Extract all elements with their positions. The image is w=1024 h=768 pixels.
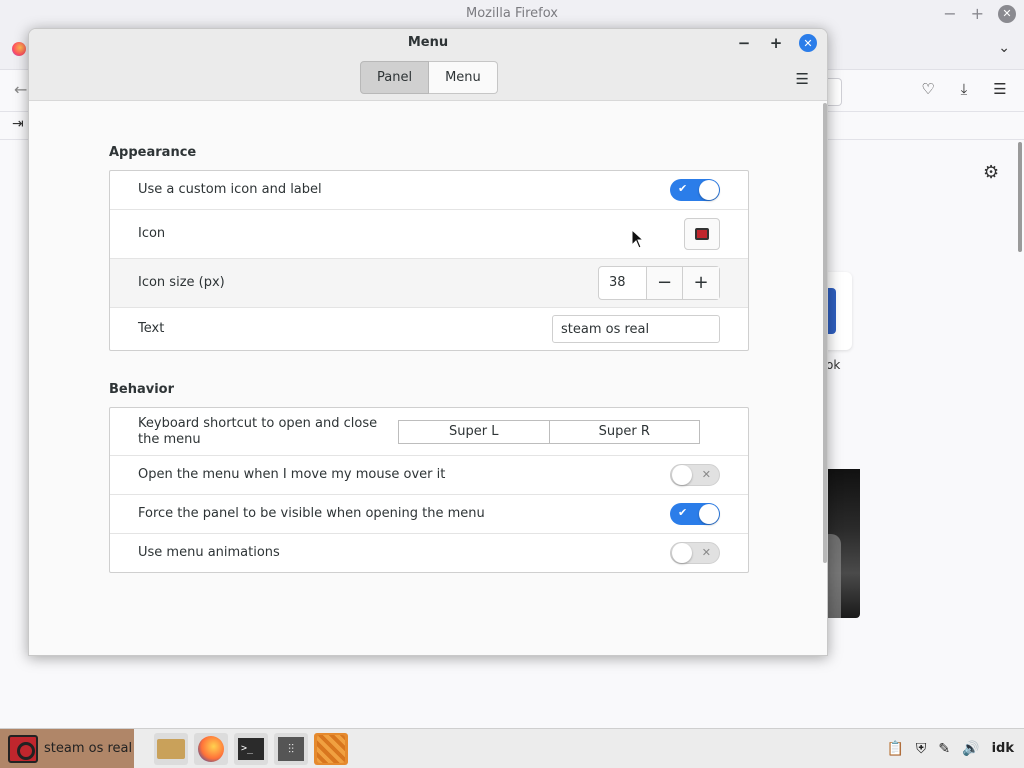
back-arrow-icon[interactable]: ←	[14, 80, 27, 99]
shortcut-super-l-button[interactable]: Super L	[399, 420, 550, 443]
behavior-section-title: Behavior	[109, 382, 175, 397]
hover-open-row: Open the menu when I move my mouse over …	[110, 456, 748, 495]
menu-applet-icon	[8, 734, 38, 763]
firefox-scrollbar[interactable]	[1018, 142, 1022, 252]
firefox-icon[interactable]	[194, 732, 228, 765]
keyboard-shortcut-label: Keyboard shortcut to open and close the …	[138, 415, 378, 447]
download-icon[interactable]: ⤓	[956, 80, 972, 98]
firefox-minimize-icon[interactable]: −	[943, 0, 956, 28]
pocket-icon[interactable]: ♡	[920, 80, 936, 98]
icon-size-label: Icon size (px)	[138, 275, 225, 290]
appearance-list: Use a custom icon and label ✔ Icon Icon …	[109, 170, 749, 351]
icon-row: Icon	[110, 210, 748, 259]
newtab-settings-gear-icon[interactable]: ⚙	[983, 162, 999, 183]
taskbar: steam os real >_ ⫶⫶ 📋 ⛨ ✎ 🔊 idk	[0, 728, 1024, 768]
list-all-tabs-chevron-down-icon[interactable]: ⌄	[998, 40, 1010, 56]
animations-label: Use menu animations	[138, 545, 280, 560]
icon-size-spinbutton: 38 − +	[598, 266, 720, 300]
menu-text-input[interactable]	[552, 315, 720, 343]
text-label: Text	[138, 321, 165, 336]
stack-switcher: Panel Menu	[360, 61, 498, 94]
keyboard-shortcut-row: Keyboard shortcut to open and close the …	[110, 408, 748, 456]
animations-toggle[interactable]: ✕	[670, 542, 720, 564]
active-app-icon[interactable]	[314, 732, 348, 765]
firefox-titlebar: Mozilla Firefox − + ✕	[0, 0, 1024, 28]
menu-applet-label: steam os real	[44, 741, 133, 756]
system-tray: 📋 ⛨ ✎ 🔊 idk	[886, 741, 1024, 757]
appearance-section-title: Appearance	[109, 145, 197, 160]
icon-size-row: Icon size (px) 38 − +	[110, 259, 748, 308]
check-icon: ✔	[678, 506, 688, 519]
firefox-tab-favicon-icon[interactable]	[12, 42, 26, 56]
force-panel-label: Force the panel to be visible when openi…	[138, 506, 485, 521]
volume-icon[interactable]: 🔊	[962, 741, 979, 757]
url-bar-edge[interactable]	[826, 78, 842, 106]
icon-chooser-button[interactable]	[684, 218, 720, 250]
force-panel-row: Force the panel to be visible when openi…	[110, 495, 748, 534]
dialog-window-controls: − + ✕	[735, 34, 817, 52]
increment-plus-icon[interactable]: +	[683, 267, 719, 299]
animations-row: Use menu animations ✕	[110, 534, 748, 572]
decrement-minus-icon[interactable]: −	[647, 267, 683, 299]
sign-in-icon[interactable]: ⇥	[12, 116, 24, 132]
top-site-label: ok	[826, 358, 841, 372]
dialog-body: Appearance Use a custom icon and label ✔…	[29, 101, 827, 655]
dialog-scrollbar[interactable]	[823, 103, 827, 563]
firefox-window-controls: − + ✕	[943, 0, 1016, 28]
clipboard-icon[interactable]: 📋	[886, 741, 903, 757]
icon-label: Icon	[138, 226, 166, 241]
hamburger-menu-icon[interactable]: ☰	[992, 80, 1008, 98]
tab-menu[interactable]: Menu	[429, 61, 498, 94]
dialog-menu-hamburger-icon[interactable]: ☰	[796, 70, 809, 88]
custom-icon-label: Use a custom icon and label	[138, 182, 322, 197]
minimize-icon[interactable]: −	[735, 34, 753, 52]
custom-icon-row: Use a custom icon and label ✔	[110, 171, 748, 210]
menu-settings-dialog: Menu − + ✕ Panel Menu ☰ Appearance Use a…	[28, 28, 828, 656]
firefox-maximize-icon[interactable]: +	[971, 0, 984, 28]
force-panel-toggle[interactable]: ✔	[670, 503, 720, 525]
custom-menu-icon	[695, 228, 709, 240]
mixer-icon[interactable]: ⫶⫶	[274, 732, 308, 765]
close-icon[interactable]: ✕	[799, 34, 817, 52]
behavior-list: Keyboard shortcut to open and close the …	[109, 407, 749, 573]
dialog-headerbar: Menu − + ✕ Panel Menu ☰	[29, 29, 827, 101]
firefox-window-title: Mozilla Firefox	[466, 6, 558, 21]
check-icon: ✔	[678, 182, 688, 195]
hover-open-toggle[interactable]: ✕	[670, 464, 720, 486]
tab-panel[interactable]: Panel	[360, 61, 430, 94]
hover-open-label: Open the menu when I move my mouse over …	[138, 467, 446, 482]
keyboard-shortcut-buttons: Super L Super R	[398, 419, 700, 444]
shortcut-super-r-button[interactable]: Super R	[549, 420, 699, 443]
shield-icon[interactable]: ⛨	[916, 741, 927, 757]
firefox-toolbar-icons: ♡ ⤓ ☰	[920, 80, 1008, 98]
panel-launchers: >_ ⫶⫶	[154, 732, 348, 765]
dialog-title: Menu	[407, 35, 449, 50]
menu-applet-button[interactable]: steam os real	[0, 728, 134, 768]
icon-size-value[interactable]: 38	[599, 267, 647, 299]
x-icon: ✕	[701, 546, 711, 559]
maximize-icon[interactable]: +	[767, 34, 785, 52]
x-icon: ✕	[701, 468, 711, 481]
mouse-cursor-icon	[631, 229, 645, 249]
text-row: Text	[110, 308, 748, 350]
firefox-close-icon[interactable]: ✕	[998, 5, 1016, 23]
terminal-icon[interactable]: >_	[234, 732, 268, 765]
folder-icon[interactable]	[154, 732, 188, 765]
pen-icon[interactable]: ✎	[938, 741, 950, 757]
custom-icon-toggle[interactable]: ✔	[670, 179, 720, 201]
clock-label[interactable]: idk	[992, 741, 1014, 756]
